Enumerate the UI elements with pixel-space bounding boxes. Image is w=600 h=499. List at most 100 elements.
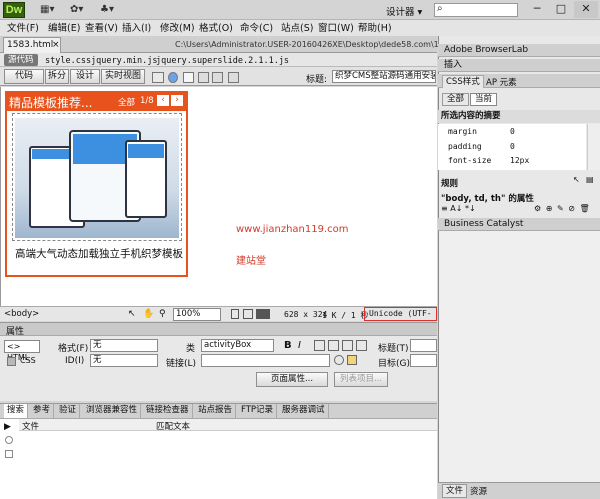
refresh-icon[interactable]	[183, 72, 194, 83]
target-select[interactable]	[410, 354, 437, 367]
select-tool-icon[interactable]: ↖	[128, 309, 136, 319]
zoom-tool-icon[interactable]: ⚲	[159, 309, 166, 319]
cursor-icon[interactable]: ↖	[573, 175, 580, 184]
tablet-size-icon[interactable]	[243, 309, 253, 319]
window-size[interactable]: 628 x 324	[284, 310, 327, 319]
css-prop-value[interactable]: 0	[510, 142, 515, 151]
document-tab[interactable]: 1583.html ×	[3, 37, 61, 53]
zoom-select[interactable]: 100%	[173, 308, 221, 321]
format-select[interactable]: 无	[90, 339, 158, 352]
tab-ftp-log[interactable]: FTP记录	[238, 404, 278, 418]
point-to-file-icon[interactable]	[334, 355, 344, 365]
indent-icon[interactable]	[356, 340, 367, 351]
insert-panel-header[interactable]: 插入	[438, 59, 600, 72]
save-report-icon[interactable]	[5, 450, 13, 458]
visual-aids-icon[interactable]	[212, 72, 223, 83]
slider-next-button[interactable]: ›	[171, 95, 183, 106]
menu-window[interactable]: 窗口(W)	[318, 22, 354, 36]
related-file[interactable]: style.css	[45, 55, 91, 67]
extend-icon[interactable]: ✿▾	[70, 3, 83, 17]
unordered-list-icon[interactable]	[314, 340, 325, 351]
related-file[interactable]: jquery.superslide.2.1.1.js	[156, 55, 289, 67]
stop-icon[interactable]	[5, 436, 13, 444]
id-select[interactable]: 无	[90, 354, 158, 367]
css-action-icons[interactable]: ⚙ ⊕ ✎ ⊘ 🗑	[534, 204, 591, 213]
tab-close-icon[interactable]: ×	[52, 38, 60, 52]
current-rules-button[interactable]: 当前	[470, 93, 497, 106]
code-view-button[interactable]: 代码	[4, 69, 44, 84]
browserlab-panel-header[interactable]: Adobe BrowserLab	[438, 44, 600, 57]
slider-prev-button[interactable]: ‹	[157, 95, 169, 106]
tab-ap-elements[interactable]: AP 元素	[486, 76, 517, 88]
all-rules-button[interactable]: 全部	[442, 93, 469, 106]
tab-files[interactable]: 文件	[442, 484, 468, 498]
tab-assets[interactable]: 资源	[470, 485, 487, 497]
tab-reference[interactable]: 参考	[30, 404, 55, 418]
css-prop-name[interactable]: margin	[448, 127, 477, 136]
tag-selector[interactable]: <body>	[4, 309, 39, 319]
sort-icons[interactable]: ≡ A↓ *↓	[441, 204, 476, 213]
menu-insert[interactable]: 插入(I)	[122, 22, 151, 36]
tab-css-styles[interactable]: CSS样式	[442, 75, 484, 88]
italic-button[interactable]: I	[298, 340, 301, 351]
minimize-button[interactable]: ─	[526, 1, 548, 18]
slider-tab-all[interactable]: 全部	[118, 96, 135, 108]
css-mode-button[interactable]: CSS	[4, 355, 40, 368]
site-icon[interactable]: ♣▾	[100, 3, 114, 17]
column-match[interactable]: 匹配文本	[156, 420, 190, 432]
class-select[interactable]: activityBox	[201, 339, 274, 352]
tab-site-reports[interactable]: 站点报告	[195, 404, 237, 418]
bold-button[interactable]: B	[284, 340, 292, 351]
related-file[interactable]: jquery.min.js	[91, 55, 158, 67]
source-code-button[interactable]: 源代码	[4, 54, 38, 66]
business-catalyst-header[interactable]: Business Catalyst	[438, 218, 600, 231]
mobile-size-icon[interactable]	[231, 309, 239, 319]
title-input[interactable]: 织梦CMS整站源码通用安装教	[332, 70, 436, 83]
run-search-icon[interactable]: ▶	[4, 422, 11, 432]
css-prop-value[interactable]: 0	[510, 127, 515, 136]
rule-view-icon[interactable]: ▤	[586, 175, 594, 184]
html-mode-button[interactable]: <> HTML	[4, 340, 40, 362]
layout-icon[interactable]: ▦▾	[40, 3, 54, 17]
design-view-button[interactable]: 设计	[70, 69, 100, 84]
properties-panel-header[interactable]	[0, 322, 437, 336]
css-prop-value[interactable]: 12px	[510, 156, 529, 165]
outdent-icon[interactable]	[342, 340, 353, 351]
tab-validation[interactable]: 验证	[56, 404, 81, 418]
desktop-size-icon[interactable]	[256, 309, 270, 319]
workspace-switcher[interactable]: 设计器 ▾	[386, 4, 422, 18]
list-item-button[interactable]: 列表项目...	[334, 372, 388, 387]
menu-help[interactable]: 帮助(H)	[358, 22, 392, 36]
ordered-list-icon[interactable]	[328, 340, 339, 351]
css-prop-name[interactable]: font-size	[448, 156, 491, 165]
validate-icon[interactable]	[228, 72, 239, 83]
split-view-button[interactable]: 拆分	[45, 69, 69, 84]
menu-view[interactable]: 查看(V)	[85, 22, 118, 36]
menu-commands[interactable]: 命令(C)	[240, 22, 273, 36]
browse-folder-icon[interactable]	[347, 355, 357, 365]
menu-edit[interactable]: 编辑(E)	[48, 22, 80, 36]
template-preview-image[interactable]	[15, 118, 179, 238]
preview-globe-icon[interactable]	[168, 72, 178, 83]
tab-server-debug[interactable]: 服务器调试	[279, 404, 329, 418]
close-button[interactable]: ✕	[574, 1, 598, 18]
template-caption[interactable]: 高端大气动态加载独立手机织梦模板	[15, 248, 183, 261]
maximize-button[interactable]: □	[550, 1, 572, 18]
multiscreen-icon[interactable]	[152, 72, 164, 83]
column-file[interactable]: 文件	[22, 420, 39, 432]
link-input[interactable]	[201, 354, 330, 367]
menu-modify[interactable]: 修改(M)	[160, 22, 195, 36]
search-field[interactable]: ⌕	[434, 3, 518, 17]
summary-scrollbar[interactable]	[587, 124, 600, 170]
live-view-button[interactable]: 实时视图	[101, 69, 145, 84]
tab-search[interactable]: 搜索	[4, 404, 29, 418]
menu-file[interactable]: 文件(F)	[7, 22, 39, 36]
tab-browser-compat[interactable]: 浏览器兼容性	[83, 404, 142, 418]
hand-tool-icon[interactable]: ✋	[143, 309, 154, 319]
view-options-icon[interactable]	[198, 72, 209, 83]
menu-format[interactable]: 格式(O)	[199, 22, 233, 36]
tab-link-checker[interactable]: 链接检查器	[143, 404, 193, 418]
css-prop-name[interactable]: padding	[448, 142, 482, 151]
title-prop-input[interactable]	[410, 339, 437, 352]
page-properties-button[interactable]: 页面属性...	[256, 372, 328, 387]
